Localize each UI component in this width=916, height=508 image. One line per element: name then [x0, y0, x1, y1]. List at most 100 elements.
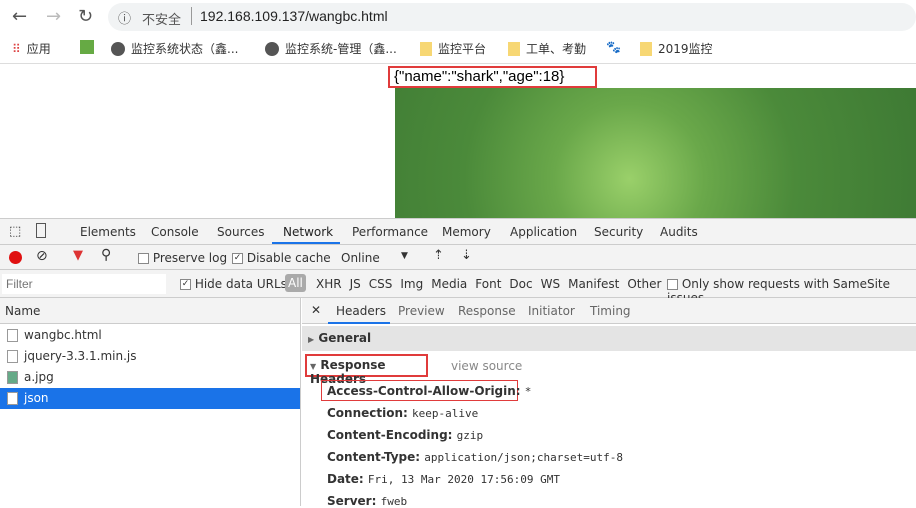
type-filter-img[interactable]: Img — [400, 277, 423, 291]
header-name: Date: — [327, 472, 364, 486]
type-filter-manifest[interactable]: Manifest — [568, 277, 619, 291]
document-icon — [7, 329, 18, 342]
reload-icon[interactable]: ↻ — [78, 6, 93, 27]
info-icon: ⓘ — [118, 12, 132, 27]
filter-bar: ✓ Hide data URLs All XHR JS CSS Img Media Fon… — [0, 270, 916, 305]
tab-sources[interactable]: Sources — [217, 225, 264, 239]
import-har-icon[interactable]: ⇡ — [433, 248, 444, 263]
type-filter-ws[interactable]: WS — [541, 277, 560, 291]
bookmark-1[interactable]: 监控系统状态（鑫... — [111, 40, 238, 57]
browser-toolbar: ← → ↻ ⓘ 不安全 192.168.109.137/wangbc.html — [0, 0, 916, 33]
forward-icon[interactable]: → — [46, 6, 61, 27]
response-header-row: Connection: keep-alive — [327, 406, 478, 420]
throttle-select[interactable]: Online ▼ — [341, 251, 411, 265]
collapse-arrow-icon: ▼ — [310, 362, 317, 371]
tab-headers[interactable]: Headers — [336, 304, 386, 318]
type-filter-css[interactable]: CSS — [369, 277, 393, 291]
devtools-tabs: ⬚ Elements Console Sources Network Perfo… — [0, 218, 916, 245]
image-icon — [7, 371, 18, 384]
active-tab-indicator — [328, 322, 390, 324]
response-header-row: Access-Control-Allow-Origin: * — [327, 384, 531, 398]
bookmark-5[interactable]: 2019监控 — [640, 40, 713, 57]
type-filter-other[interactable]: Other — [627, 277, 661, 291]
address-bar[interactable]: ⓘ 不安全 192.168.109.137/wangbc.html — [108, 3, 916, 31]
folder-icon — [508, 41, 520, 56]
tab-response[interactable]: Response — [458, 304, 516, 318]
tab-initiator[interactable]: Initiator — [528, 304, 575, 318]
search-icon[interactable]: ⚲ — [101, 247, 111, 263]
header-value: keep-alive — [412, 407, 479, 420]
request-row[interactable]: a.jpg — [0, 367, 300, 388]
tab-application[interactable]: Application — [510, 225, 577, 239]
type-filter-xhr[interactable]: XHR — [316, 277, 342, 291]
bookmark-icon-only[interactable] — [80, 40, 94, 54]
tab-network[interactable]: Network — [283, 225, 333, 239]
header-value: Fri, 13 Mar 2020 17:56:09 GMT — [367, 473, 560, 486]
header-name: Access-Control-Allow-Origin: — [327, 384, 521, 398]
bookmark-4[interactable]: 工单、考勤 — [508, 40, 586, 57]
header-value: fweb — [380, 495, 408, 508]
view-source-link[interactable]: view source — [451, 359, 522, 373]
json-response-text: {"name":"shark","age":18} — [388, 66, 597, 88]
request-row[interactable]: wangbc.html — [0, 325, 300, 346]
response-header-row: Content-Encoding: gzip — [327, 428, 483, 442]
page-image — [395, 88, 916, 218]
device-toolbar-icon[interactable] — [36, 223, 46, 238]
general-section[interactable]: ▶ General — [302, 326, 916, 351]
divider — [191, 7, 192, 25]
apps-grid-icon: ⠿ — [12, 41, 21, 56]
url-text[interactable]: 192.168.109.137/wangbc.html — [200, 8, 388, 24]
inspect-icon[interactable]: ⬚ — [9, 224, 21, 239]
disable-cache-checkbox[interactable]: ✓ Disable cache — [232, 251, 331, 265]
tab-performance[interactable]: Performance — [352, 225, 428, 239]
record-icon[interactable] — [9, 251, 22, 264]
response-header-row: Date: Fri, 13 Mar 2020 17:56:09 GMT — [327, 472, 560, 486]
paw-icon: 🐾 — [606, 40, 621, 54]
bookmark-3[interactable]: 监控平台 — [420, 40, 486, 57]
response-headers-section[interactable]: ▼ Response Headers — [305, 354, 428, 386]
detail-tabs: ✕ Headers Preview Response Initiator Tim… — [302, 298, 916, 324]
bookmark-apps[interactable]: ⠿ 应用 — [12, 40, 51, 57]
header-value: * — [524, 385, 532, 398]
header-name: Content-Type: — [327, 450, 421, 464]
tab-preview[interactable]: Preview — [398, 304, 445, 318]
expand-arrow-icon: ▶ — [308, 335, 315, 344]
tab-console[interactable]: Console — [151, 225, 199, 239]
tab-timing[interactable]: Timing — [590, 304, 631, 318]
header-value: application/json;charset=utf-8 — [424, 451, 623, 464]
type-filter-js[interactable]: JS — [350, 277, 361, 291]
back-icon[interactable]: ← — [12, 6, 27, 27]
tab-elements[interactable]: Elements — [80, 225, 136, 239]
preserve-log-checkbox[interactable]: Preserve log — [138, 251, 227, 265]
dropdown-arrow-icon: ▼ — [401, 251, 408, 261]
type-filter-font[interactable]: Font — [475, 277, 501, 291]
bookmark-baidu[interactable]: 🐾 — [606, 40, 621, 54]
document-icon — [7, 392, 18, 405]
header-value: gzip — [456, 429, 484, 442]
type-filter-media[interactable]: Media — [431, 277, 467, 291]
filter-icon[interactable]: ▼ — [73, 248, 83, 263]
name-column-header[interactable]: Name — [0, 298, 300, 324]
export-har-icon[interactable]: ⇣ — [461, 248, 472, 263]
hide-data-urls-checkbox[interactable]: ✓ Hide data URLs — [180, 277, 287, 291]
globe-icon — [111, 41, 125, 56]
tab-memory[interactable]: Memory — [442, 225, 491, 239]
header-name: Connection: — [327, 406, 408, 420]
request-row[interactable]: jquery-3.3.1.min.js — [0, 346, 300, 367]
globe-icon — [265, 41, 279, 56]
header-name: Content-Encoding: — [327, 428, 453, 442]
close-icon[interactable]: ✕ — [311, 303, 321, 317]
clear-icon[interactable]: ⊘ — [36, 248, 48, 264]
tab-security[interactable]: Security — [594, 225, 643, 239]
requests-list: Name wangbc.html jquery-3.3.1.min.js a.j… — [0, 298, 301, 506]
tab-audits[interactable]: Audits — [660, 225, 698, 239]
script-icon — [7, 350, 18, 363]
filter-input[interactable] — [2, 274, 166, 294]
network-toolbar: ⊘ ▼ ⚲ Preserve log ✓ Disable cache Onlin… — [0, 245, 916, 270]
security-label: 不安全 — [142, 13, 182, 28]
response-header-row: Content-Type: application/json;charset=u… — [327, 450, 623, 464]
type-filter-doc[interactable]: Doc — [509, 277, 532, 291]
request-row-selected[interactable]: json — [0, 388, 300, 409]
bookmark-2[interactable]: 监控系统-管理（鑫... — [265, 40, 397, 57]
filter-all[interactable]: All — [285, 274, 306, 292]
